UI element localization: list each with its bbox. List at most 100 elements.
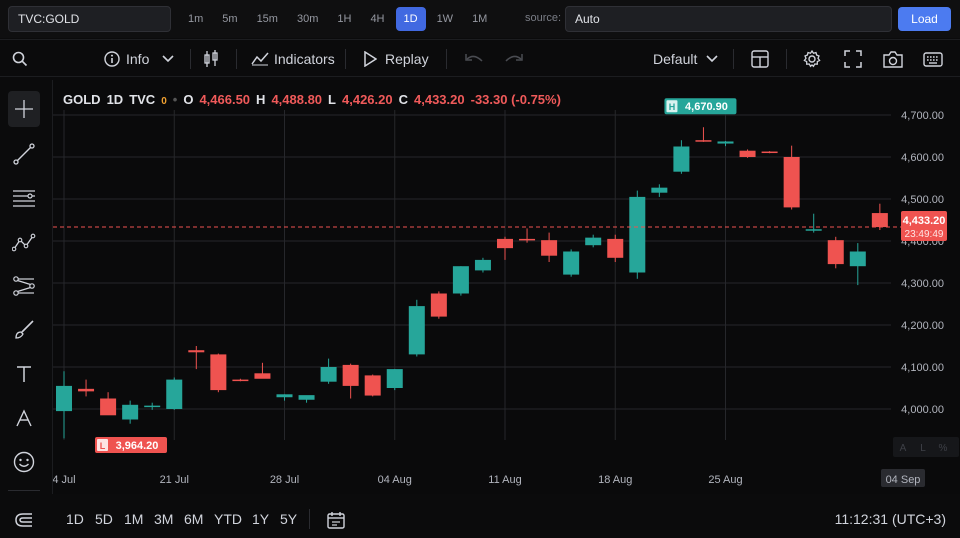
candle-body[interactable] [474, 259, 491, 271]
candle-body[interactable] [364, 375, 381, 396]
interval-1d[interactable]: 1D [395, 7, 426, 31]
undo-icon[interactable] [464, 40, 484, 78]
interval-1m[interactable]: 1M [464, 7, 495, 31]
range-1y[interactable]: 1Y [252, 511, 269, 527]
candle-body[interactable] [210, 354, 227, 391]
candle-body[interactable] [695, 140, 712, 142]
keyboard-icon[interactable] [923, 40, 943, 78]
candle-body[interactable] [497, 238, 513, 249]
chevron-down-icon[interactable] [162, 40, 174, 78]
search-icon[interactable] [12, 40, 28, 78]
candle-body[interactable] [298, 395, 315, 400]
candle-body[interactable] [739, 150, 756, 157]
candle-body[interactable] [849, 251, 866, 267]
play-icon [364, 51, 377, 67]
forecast-tools-icon[interactable] [8, 268, 40, 304]
candle-body[interactable] [232, 379, 249, 382]
candle-body[interactable] [629, 196, 646, 273]
crosshair-icon[interactable] [8, 91, 40, 127]
text-tool-icon[interactable] [8, 356, 40, 392]
calendar-goto-icon[interactable] [326, 510, 346, 533]
y-tick-label: 4,500.00 [901, 194, 944, 206]
clock-timezone[interactable]: 11:12:31 (UTC+3) [835, 511, 946, 527]
interval-4h[interactable]: 4H [362, 7, 392, 31]
candle-body[interactable] [871, 213, 888, 228]
interval-1w[interactable]: 1W [429, 7, 462, 31]
settings-gear-icon[interactable] [803, 40, 821, 78]
interval-1m[interactable]: 1m [180, 7, 211, 31]
candle-body[interactable] [717, 141, 734, 144]
candle-body[interactable] [144, 405, 161, 408]
symbol-input[interactable]: TVC:GOLD [8, 6, 171, 32]
candle-body[interactable] [386, 369, 403, 388]
camera-icon[interactable] [883, 40, 903, 78]
range-5d[interactable]: 5D [95, 511, 113, 527]
scale-mode-auto[interactable]: A [900, 443, 907, 454]
candle-body[interactable] [585, 237, 602, 246]
candle-body[interactable] [78, 388, 95, 392]
candle-body[interactable] [276, 394, 293, 398]
indicators-button[interactable]: Indicators [251, 40, 335, 78]
candle-body[interactable] [673, 146, 690, 172]
load-button[interactable]: Load [898, 7, 951, 31]
candle-body[interactable] [805, 229, 822, 231]
layout-dropdown[interactable]: Default [653, 40, 718, 78]
legend-close-value: 4,433.20 [414, 92, 465, 107]
candle-body[interactable] [783, 157, 800, 208]
range-5y[interactable]: 5Y [280, 511, 297, 527]
replay-label: Replay [385, 51, 429, 67]
fib-retracement-icon[interactable] [8, 180, 40, 216]
candlestick-chart[interactable]: 4,000.004,100.004,200.004,300.004,400.00… [52, 80, 960, 494]
annotation-icon[interactable] [8, 400, 40, 436]
y-tick-label: 4,300.00 [901, 278, 944, 290]
candle-body[interactable] [320, 367, 337, 382]
legend-low-label: L [328, 92, 336, 107]
interval-15m[interactable]: 15m [249, 7, 286, 31]
range-1m[interactable]: 1M [124, 511, 143, 527]
info-button[interactable]: Info [104, 40, 149, 78]
candle-body[interactable] [188, 350, 205, 353]
candle-body[interactable] [56, 385, 72, 412]
candle-body[interactable] [563, 251, 580, 275]
replay-button[interactable]: Replay [363, 40, 429, 78]
candle-body[interactable] [541, 240, 558, 256]
candle-body[interactable] [408, 306, 425, 355]
candle-body[interactable] [342, 364, 359, 386]
candle-style-icon[interactable] [203, 40, 219, 78]
layout-grid-icon[interactable] [751, 40, 769, 78]
candle-body[interactable] [254, 373, 271, 379]
scale-mode-log[interactable]: L [920, 443, 926, 454]
candle-body[interactable] [100, 398, 117, 416]
candle-body[interactable] [519, 238, 536, 241]
candle-body[interactable] [430, 293, 447, 317]
candle-body[interactable] [607, 238, 624, 258]
magnet-icon[interactable] [8, 502, 40, 538]
last-price-label: 4,433.20 [903, 215, 946, 227]
range-1d[interactable]: 1D [66, 511, 84, 527]
pattern-abcd-icon[interactable] [8, 224, 40, 260]
high-marker-letter: H [669, 102, 676, 112]
candle-body[interactable] [122, 404, 139, 420]
range-3m[interactable]: 3M [154, 511, 173, 527]
range-6m[interactable]: 6M [184, 511, 203, 527]
candle-body[interactable] [827, 240, 844, 265]
x-tick-label: 25 Aug [708, 474, 742, 486]
emoji-icon[interactable] [8, 444, 40, 480]
interval-30m[interactable]: 30m [289, 7, 326, 31]
candle-body[interactable] [452, 266, 469, 294]
fullscreen-icon[interactable] [844, 40, 862, 78]
scale-mode-percent[interactable]: % [939, 443, 948, 454]
candle-body[interactable] [761, 151, 778, 154]
candle-body[interactable] [651, 187, 668, 193]
redo-icon[interactable] [504, 40, 524, 78]
candle-body[interactable] [166, 379, 183, 409]
low-marker-letter: L [100, 441, 106, 451]
brush-icon[interactable] [8, 312, 40, 348]
chart-pane[interactable]: 4,000.00 4,100.00 4,200.00 4,300.00 4,400.00… [52, 80, 960, 494]
source-input[interactable]: Auto [565, 6, 892, 32]
ohlc-legend: GOLD 1D TVC 0 • O 4,466.50 H 4,488.80 L … [63, 92, 561, 107]
interval-5m[interactable]: 5m [214, 7, 245, 31]
trend-line-icon[interactable] [8, 136, 40, 172]
interval-1h[interactable]: 1H [329, 7, 359, 31]
range-ytd[interactable]: YTD [214, 511, 242, 527]
